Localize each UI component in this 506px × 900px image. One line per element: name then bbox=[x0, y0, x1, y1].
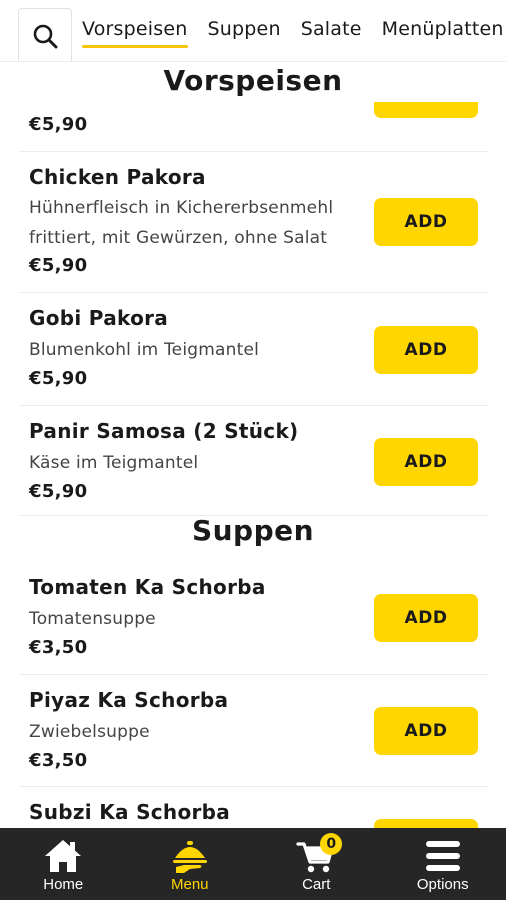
nav-label: Home bbox=[43, 876, 84, 893]
item-name: Chicken Pakora bbox=[29, 165, 206, 189]
section-title-suppen: Suppen bbox=[191, 514, 315, 547]
item-price: €5,90 bbox=[29, 368, 88, 389]
nav-cart[interactable]: 0 Cart bbox=[253, 828, 380, 900]
item-price: €5,90 bbox=[29, 114, 88, 135]
item-name: Tomaten Ka Schorba bbox=[29, 575, 266, 599]
item-name: Panir Samosa (2 Stück) bbox=[29, 419, 299, 443]
nav-label: Options bbox=[416, 876, 469, 893]
add-button[interactable]: ADD bbox=[374, 326, 478, 374]
item-description: Tomatensuppe bbox=[29, 609, 156, 629]
menu-item-tomaten-ka-schorba: Tomaten Ka Schorba Tomatensuppe €3,50 AD… bbox=[19, 562, 487, 675]
item-name: Piyaz Ka Schorba bbox=[29, 688, 229, 712]
tab-vorspeisen[interactable]: Vorspeisen bbox=[82, 18, 188, 48]
menu-item-subzi-ka-schorba: Subzi Ka Schorba bbox=[19, 787, 487, 828]
item-price: €5,90 bbox=[29, 255, 88, 276]
section-title-vorspeisen: Vorspeisen bbox=[163, 64, 343, 97]
cart-count-badge: 0 bbox=[320, 833, 343, 855]
menu-item-piyaz-ka-schorba: Piyaz Ka Schorba Zwiebelsuppe €3,50 ADD bbox=[19, 675, 487, 787]
hamburger-icon bbox=[425, 841, 460, 871]
menu-item-chicken-pakora: Chicken Pakora Hühnerfleisch in Kicherer… bbox=[19, 152, 487, 293]
add-button[interactable]: ADD bbox=[374, 707, 478, 755]
tab-suppen[interactable]: Suppen bbox=[208, 18, 281, 44]
tab-salate[interactable]: Salate bbox=[301, 18, 362, 44]
nav-options[interactable]: Options bbox=[380, 828, 506, 900]
menu-list[interactable]: Vorspeisen €5,90 Chicken Pakora Hühnerfl… bbox=[0, 62, 506, 828]
menu-item-gobi-pakora: Gobi Pakora Blumenkohl im Teigmantel €5,… bbox=[19, 293, 487, 406]
menu-item-panir-samosa: Panir Samosa (2 Stück) Käse im Teigmante… bbox=[19, 406, 487, 516]
menu-dish-icon bbox=[172, 841, 207, 873]
item-name: Subzi Ka Schorba bbox=[29, 800, 231, 824]
category-tabs: Vorspeisen Suppen Salate Menüplatten bbox=[82, 0, 506, 61]
add-button[interactable]: ADD bbox=[374, 594, 478, 642]
search-button[interactable] bbox=[18, 8, 72, 61]
bottom-navigation: Home Menu 0 Cart Options bbox=[0, 828, 506, 900]
add-button[interactable]: ADD bbox=[374, 198, 478, 246]
item-description: Hühnerfleisch in Kichererbsenmehl fritti… bbox=[29, 198, 334, 248]
item-description: Blumenkohl im Teigmantel bbox=[29, 340, 260, 360]
item-description: Zwiebelsuppe bbox=[29, 722, 150, 742]
tab-menuplatten[interactable]: Menüplatten bbox=[382, 18, 504, 44]
category-bar: Vorspeisen Suppen Salate Menüplatten bbox=[0, 0, 506, 62]
add-button[interactable] bbox=[374, 819, 478, 828]
item-price: €3,50 bbox=[29, 750, 88, 771]
search-icon bbox=[33, 24, 58, 48]
item-name: Gobi Pakora bbox=[29, 306, 169, 330]
nav-label: Cart bbox=[302, 876, 331, 893]
add-button-partial[interactable] bbox=[374, 102, 478, 118]
item-description: Käse im Teigmantel bbox=[29, 453, 199, 473]
nav-home[interactable]: Home bbox=[0, 828, 127, 900]
nav-label: Menu bbox=[170, 876, 209, 893]
menu-item-partial: €5,90 bbox=[19, 102, 487, 152]
item-price: €3,50 bbox=[29, 637, 88, 658]
item-price: €5,90 bbox=[29, 481, 88, 502]
nav-menu[interactable]: Menu bbox=[127, 828, 254, 900]
add-button[interactable]: ADD bbox=[374, 438, 478, 486]
home-icon bbox=[45, 840, 82, 872]
